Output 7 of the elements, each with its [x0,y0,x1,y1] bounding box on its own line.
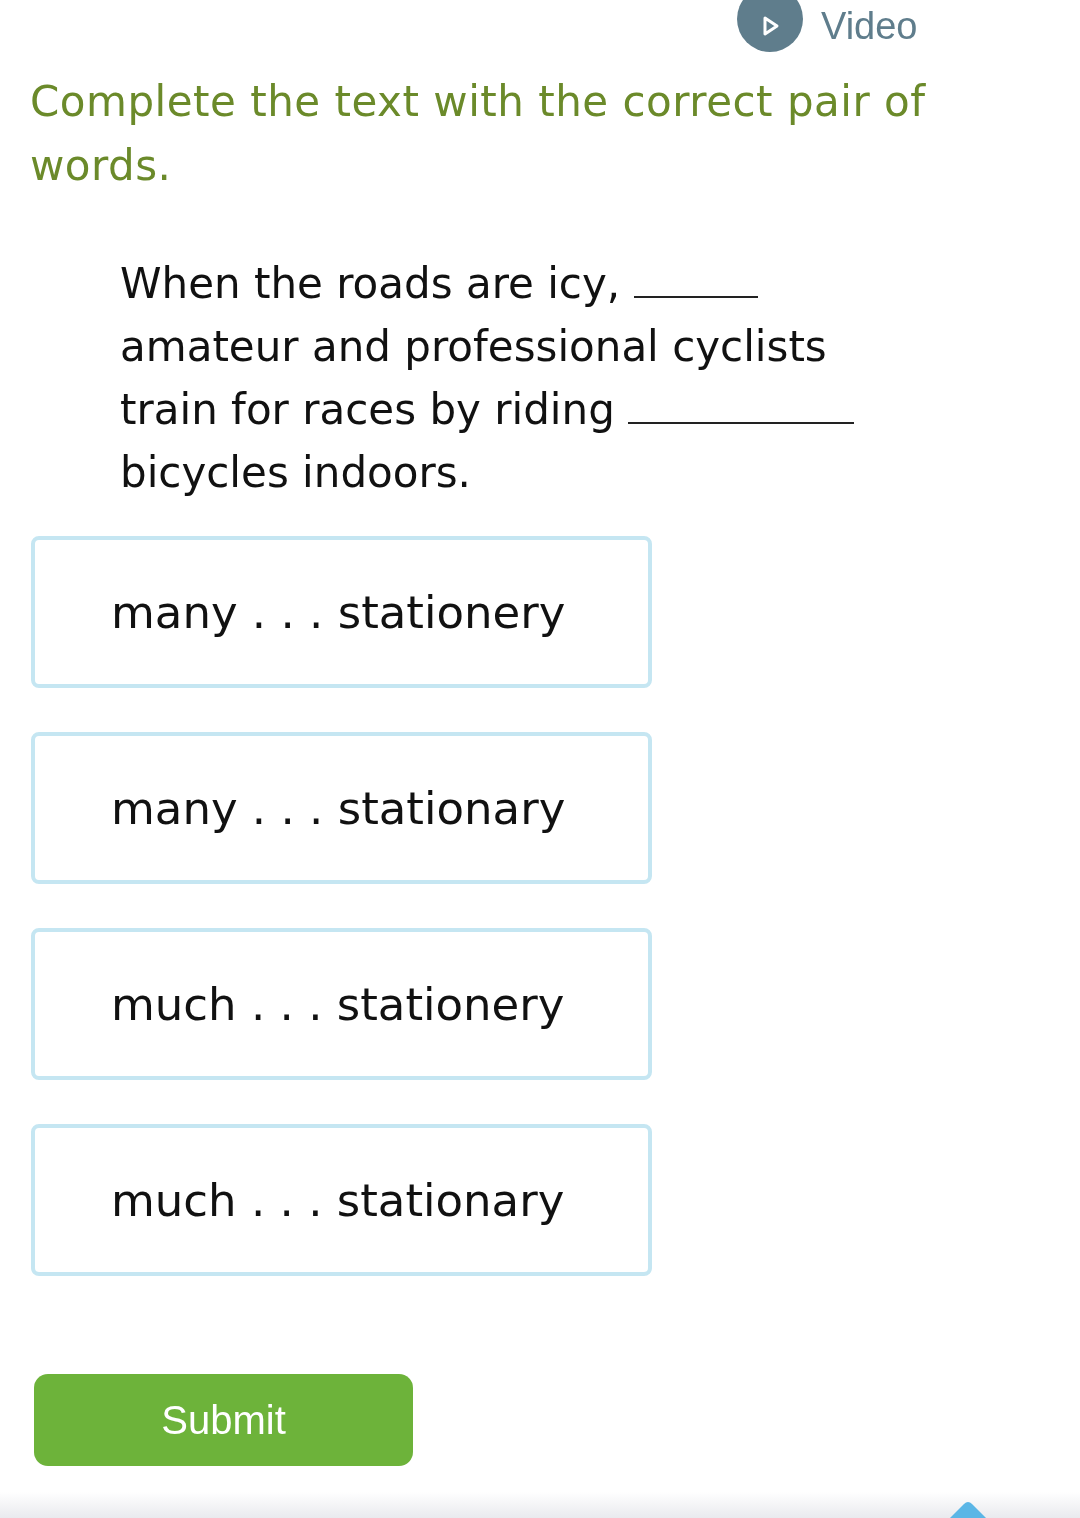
passage-text: When the roads are icy, amateur and professional cyclists train for races by riding bicycles indoors. [120,252,920,504]
answer-option[interactable]: much . . . stationery [31,928,652,1080]
instruction-text: Complete the text with the correct pair of words. [30,76,927,192]
answer-option[interactable]: many . . . stationary [31,732,652,884]
answer-option[interactable]: much . . . stationary [31,1124,652,1276]
answer-option[interactable]: many . . . stationery [31,536,652,688]
video-button[interactable]: Video [737,0,918,52]
